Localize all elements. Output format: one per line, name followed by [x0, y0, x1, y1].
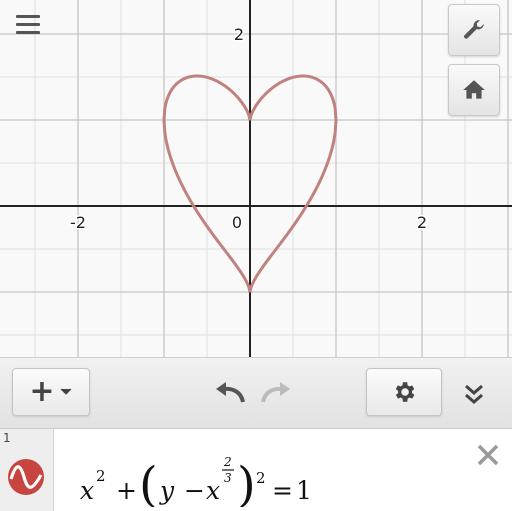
expression-math[interactable]: x 2 + ( y − x 2 3 ) 2 = 1: [74, 451, 344, 511]
add-item-button[interactable]: +: [12, 368, 90, 416]
math-exp-2: 2: [256, 469, 266, 487]
major-gridlines: [0, 0, 512, 357]
graph-settings-button[interactable]: [366, 368, 442, 416]
expression-index: 1: [3, 431, 11, 445]
graph-plot[interactable]: -2 0 2 2: [0, 0, 512, 357]
axes: [0, 0, 512, 357]
math-plus: +: [116, 476, 137, 505]
math-one: 1: [296, 476, 312, 505]
math-lparen: (: [139, 457, 158, 507]
math-equals: =: [272, 476, 293, 505]
gear-icon: [395, 382, 415, 402]
wrench-icon: [464, 20, 484, 39]
tick-labels: -2 0 2 2: [69, 24, 429, 234]
graph-canvas[interactable]: -2 0 2 2: [0, 0, 512, 357]
add-label: +: [29, 374, 55, 409]
math-x: x: [80, 476, 94, 505]
expression-toolbar: +: [0, 357, 512, 429]
math-minus: −: [184, 476, 205, 505]
collapse-list-button[interactable]: [456, 376, 492, 412]
double-chevron-down-icon: [465, 384, 483, 404]
desmos-wave-icon[interactable]: [6, 457, 46, 497]
undo-button[interactable]: [212, 378, 248, 408]
chevron-down-icon: [60, 388, 71, 395]
x-tick-label: 0: [232, 213, 242, 232]
redo-button[interactable]: [258, 378, 294, 408]
math-y: y: [159, 476, 175, 505]
minor-gridlines: [0, 0, 512, 357]
math-exp-1: 2: [96, 467, 106, 485]
expression-input[interactable]: x 2 + ( y − x 2 3 ) 2 = 1: [74, 451, 344, 511]
x-tick-label: 2: [417, 213, 427, 232]
home-icon: [463, 80, 485, 99]
x-tick-label: -2: [70, 213, 86, 232]
close-x-icon: [477, 444, 499, 466]
delete-expression-button[interactable]: [470, 437, 506, 473]
hamburger-menu-icon[interactable]: [14, 12, 44, 38]
expression-item[interactable]: 1 x 2 + ( y − x 2 3 ) 2 = 1: [0, 429, 512, 511]
math-rparen: ): [237, 457, 256, 507]
home-button[interactable]: [448, 64, 500, 116]
math-x-2: x: [206, 476, 220, 505]
expression-gutter: 1: [0, 429, 54, 511]
wrench-button[interactable]: [448, 4, 500, 56]
math-exp-denominator: 3: [224, 471, 232, 485]
y-tick-label: 2: [234, 25, 244, 44]
math-exp-numerator: 2: [223, 455, 232, 469]
undo-icon: [216, 382, 245, 403]
redo-icon: [261, 382, 290, 403]
